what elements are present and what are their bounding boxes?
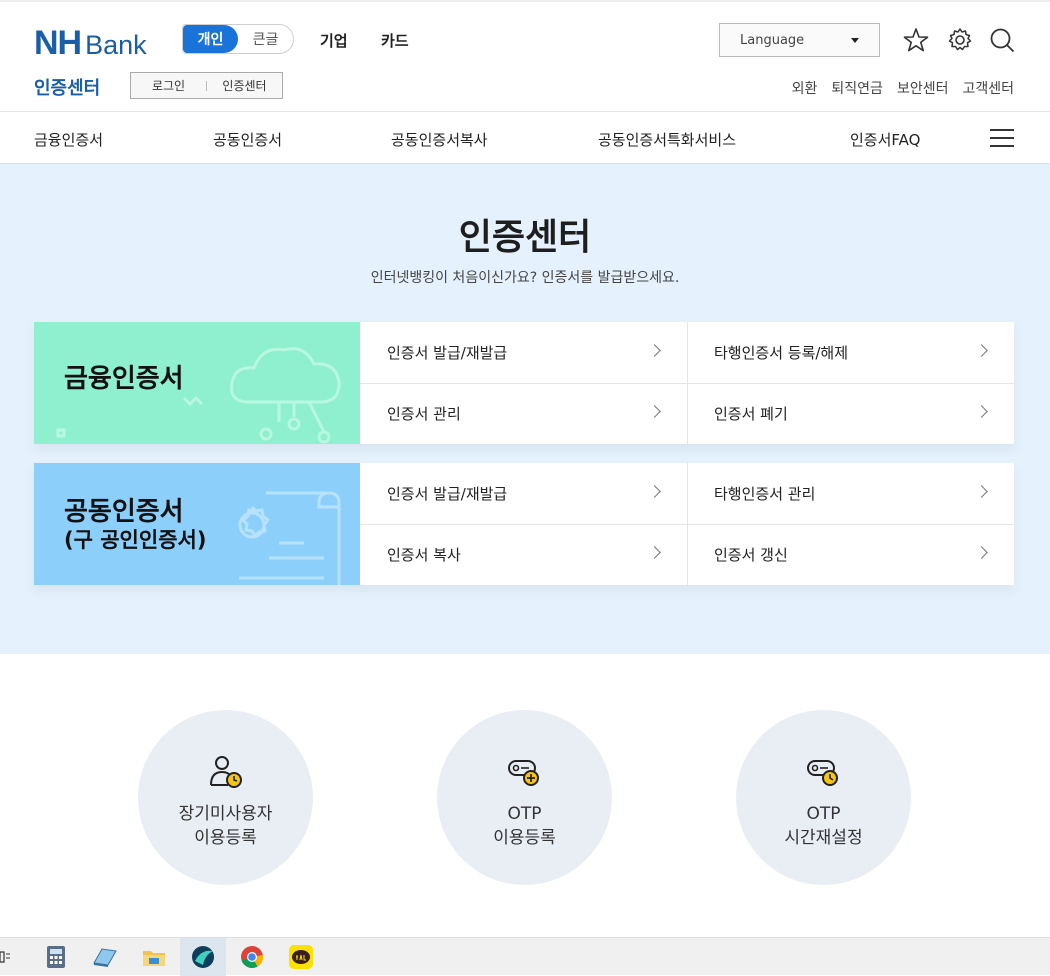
card-title-joint: 공동인증서 (구 공인인증서) [64, 497, 206, 553]
link-customer-center[interactable]: 고객센터 [962, 78, 1014, 98]
chevron-right-icon [975, 485, 988, 498]
quick-otp-register-line1: OTP [507, 804, 542, 824]
quick-otp-time-reset[interactable]: OTP 시간재설정 [736, 710, 911, 885]
otp-clock-icon [807, 760, 838, 786]
card-header-financial: 금융인증서 [34, 322, 360, 444]
link-security-center[interactable]: 보안센터 [897, 78, 949, 98]
quick-dormant-user-register[interactable]: 장기미사용자 이용등록 [138, 710, 313, 885]
login-link[interactable]: 로그인 [131, 77, 206, 94]
joint-renew-label: 인증서 갱신 [714, 546, 788, 564]
financial-issue[interactable]: 인증서 발급/재발급 [360, 322, 687, 383]
logo-nh-text: NH [34, 24, 82, 62]
quick-otp-register-line2: 이용등록 [493, 827, 556, 848]
financial-manage[interactable]: 인증서 관리 [360, 383, 687, 444]
chevron-right-icon [975, 405, 988, 418]
joint-other-bank[interactable]: 타행인증서 관리 [687, 463, 1014, 524]
os-taskbar [0, 937, 1050, 976]
chevron-right-icon [648, 485, 661, 498]
star-icon[interactable] [902, 26, 930, 54]
card-title-financial: 금융인증서 [64, 364, 184, 394]
notepad-icon[interactable] [90, 943, 118, 971]
file-explorer-icon[interactable] [140, 943, 168, 971]
chevron-right-icon [648, 405, 661, 418]
login-breadcrumb: 로그인 인증센터 [130, 72, 283, 99]
quick-otp-register[interactable]: OTP 이용등록 [437, 710, 612, 885]
utility-links: 외환 퇴직연금 보안센터 고객센터 [792, 78, 1014, 98]
user-clock-icon [210, 756, 242, 788]
otp-plus-icon [508, 760, 539, 786]
financial-issue-label: 인증서 발급/재발급 [387, 344, 508, 362]
nav-cert-faq[interactable]: 인증서FAQ [850, 129, 920, 150]
language-select[interactable]: Language [719, 23, 880, 57]
nav-financial-cert[interactable]: 금융인증서 [34, 129, 103, 150]
joint-renew[interactable]: 인증서 갱신 [687, 524, 1014, 585]
quick-otp-reset-label: OTP 시간재설정 [736, 803, 911, 851]
hero-subtitle: 인터넷뱅킹이 처음이신가요? 인증서를 발급받으세요. [370, 270, 680, 286]
gear-icon[interactable] [946, 26, 974, 54]
joint-issue[interactable]: 인증서 발급/재발급 [360, 463, 687, 524]
link-card[interactable]: 카드 [381, 30, 409, 51]
financial-cert-card: 금융인증서 인증서 발급/재발급 타행인증서 등록/해제 인증서 관리 인증서 … [34, 322, 1014, 444]
nav-joint-cert-copy[interactable]: 공동인증서복사 [391, 129, 488, 150]
quick-dormant-line2: 이용등록 [194, 827, 257, 848]
nav-joint-cert[interactable]: 공동인증서 [213, 129, 282, 150]
segment-personal[interactable]: 개인 [183, 25, 238, 53]
chevron-right-icon [975, 546, 988, 559]
kakaotalk-icon[interactable] [287, 943, 315, 971]
link-pension[interactable]: 퇴직연금 [831, 78, 883, 98]
financial-revoke[interactable]: 인증서 폐기 [687, 383, 1014, 444]
divider [687, 322, 688, 444]
divider [687, 463, 688, 585]
top-header: NH Bank 개인 큰글 기업 카드 Language 인증센터 로그인 인증… [0, 0, 1050, 112]
caret-down-icon [851, 38, 859, 43]
calculator-icon[interactable] [42, 943, 70, 971]
card-title-joint-sub: (구 공인인증서) [64, 528, 207, 553]
chevron-right-icon [648, 546, 661, 559]
quick-dormant-label: 장기미사용자 이용등록 [138, 803, 313, 851]
chrome-icon[interactable] [238, 943, 266, 971]
main-nav: 금융인증서 공동인증서 공동인증서복사 공동인증서특화서비스 인증서FAQ [0, 112, 1050, 164]
section-title[interactable]: 인증센터 [34, 74, 100, 100]
hero-title: 인증센터 [458, 217, 592, 258]
joint-copy-label: 인증서 복사 [387, 546, 461, 564]
search-icon[interactable] [988, 26, 1016, 54]
cert-center-link[interactable]: 인증센터 [207, 77, 282, 94]
quick-otp-reset-line2: 시간재설정 [784, 827, 863, 848]
chevron-right-icon [975, 344, 988, 357]
quick-otp-register-label: OTP 이용등록 [437, 803, 612, 851]
quick-otp-reset-line1: OTP [806, 804, 841, 824]
joint-copy[interactable]: 인증서 복사 [360, 524, 687, 585]
language-label: Language [740, 32, 805, 48]
financial-other-bank[interactable]: 타행인증서 등록/해제 [687, 322, 1014, 383]
task-view-icon[interactable] [0, 943, 28, 971]
joint-issue-label: 인증서 발급/재발급 [387, 485, 508, 503]
menu-hamburger-icon[interactable] [990, 129, 1014, 147]
quick-dormant-line1: 장기미사용자 [178, 804, 273, 824]
joint-cert-card: 공동인증서 (구 공인인증서) 인증서 발급/재발급 타행인증서 관리 인증서 … [34, 463, 1014, 585]
chevron-right-icon [648, 344, 661, 357]
nh-bank-logo[interactable]: NH Bank [34, 24, 147, 63]
financial-other-bank-label: 타행인증서 등록/해제 [714, 344, 849, 362]
card-title-joint-main: 공동인증서 [64, 497, 184, 527]
link-business[interactable]: 기업 [320, 30, 348, 51]
card-header-joint: 공동인증서 (구 공인인증서) [34, 463, 360, 585]
financial-manage-label: 인증서 관리 [387, 405, 461, 423]
font-size-toggle: 개인 큰글 [182, 24, 294, 54]
nav-joint-cert-special[interactable]: 공동인증서특화서비스 [598, 129, 736, 150]
joint-other-bank-label: 타행인증서 관리 [714, 485, 816, 503]
logo-bank-text: Bank [85, 30, 147, 60]
hero-section: 인증센터 인터넷뱅킹이 처음이신가요? 인증서를 발급받으세요. 금융인증서 인… [0, 164, 1050, 654]
link-forex[interactable]: 외환 [792, 78, 818, 98]
browser-app-icon[interactable] [189, 943, 217, 971]
segment-large-font[interactable]: 큰글 [238, 25, 293, 53]
financial-revoke-label: 인증서 폐기 [714, 405, 788, 423]
